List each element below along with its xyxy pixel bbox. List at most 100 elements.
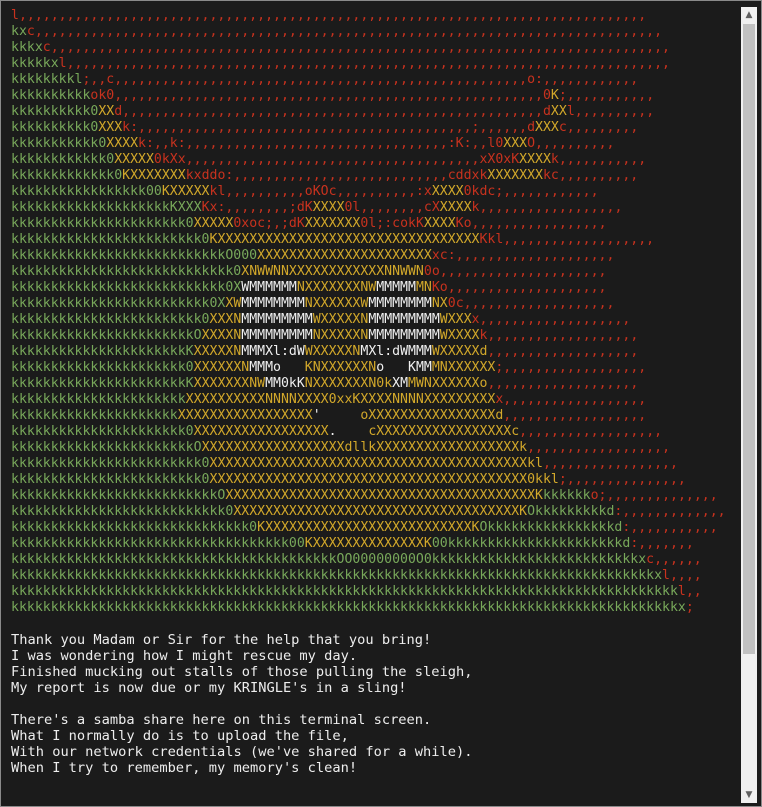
ascii-art-segment: ,,,,,,,,,,,,,,,,, [542,456,678,471]
ascii-art-segment: ,,,,,,,,,,,,,,,,,,, [487,376,639,391]
ascii-art-row: kkkkkkkkkk0XXd,,,,,,,,,,,,,,,,,,,,,,,,,,… [11,104,737,120]
ascii-art-row: kkkkkkkkkkkkkkkkkkkkkkKXXXXXXXNWMM0kKNXX… [11,376,737,392]
ascii-art-segment: kkkkkkkkkk0 [11,104,99,119]
ascii-art-segment: ,,,,,,,,,,,,,,,,,, [503,408,647,423]
ascii-art-row: kkkkkkkkkkkkkkkkkkkkkk0XXXXXXNMMMo KNXXX… [11,360,737,376]
message-line: My report is now due or my KRINGLE's in … [11,680,407,696]
ascii-art-segment: XXXXXXXXXXXXXXXXXXXXXXXXXXXXXXXXXXXXXXXX… [209,472,559,487]
ascii-art-segment: XXX [98,120,123,135]
ascii-art-segment: NNWWN [384,264,424,279]
ascii-art-segment: XXXN [209,312,242,327]
ascii-art-segment: XXXXXXXNW [193,376,266,391]
ascii-art-segment: KNXXXXXXN [304,360,377,375]
ascii-art-segment: XXXX [312,200,345,215]
terminal-screen[interactable]: l,,,,,,,,,,,,,,,,,,,,,,,,,,,,,,,,,,,,,,,… [11,8,737,803]
message-line: I was wondering how I might rescue my da… [11,648,358,664]
ascii-art-row: kkkkkkkkkk0XXXk:,,,,,,,,,,,,,,,,,,,,,,,,… [11,120,737,136]
scroll-up-arrow-icon[interactable]: ▲ [741,7,757,23]
ascii-art-segment: MXl:dWMMM [360,344,432,359]
ascii-art-row: kkkkkkkkkkkkkkkkkkkkkkkkkkkkkkkkkkkkkkkk… [11,584,737,600]
ascii-art-segment: x,,,,,,,,,,,,,,,,,, [495,392,647,407]
ascii-art-segment: kkkkkkkkkkkkkkkkkkkkkkkkkkkO000 [11,248,258,263]
terminal-message: Thank you Madam or Sir for the help that… [11,632,737,776]
ascii-art-segment: XXXXXXXXXXXXXXXXXXXXXXXXXXXXXXXXXXXXK [233,504,528,519]
ascii-art-segment: XXXXXXXXXXXXXXXXXXXXXX [257,248,432,263]
ascii-art-segment: XXXXN [201,328,242,343]
ascii-art-segment: 0l,,,,,,,,cX [344,200,440,215]
ascii-art-segment: Okkkkkkkkkd [527,504,615,519]
ascii-art-segment: WXXXXXN [304,344,361,359]
ascii-art-segment: kkkkkkkkkkkkkkkkkkkkkk0 [11,216,194,231]
ascii-art-segment: Ko,,,,,,,,,,,,,,,,,,,, [431,280,607,295]
ascii-art-segment: kkkkkkkkkkkkkkkkkkkkkkkkkkk0X [11,280,242,295]
ascii-art-segment: XXXX [423,216,456,231]
ascii-art-segment: ;,,c,,,,,,,,,,,,,,,,,,,,,,,,,,,,,,,,,,,,… [82,72,639,87]
ascii-art-row: kkkkkkkkkkkkkkkkkkkkkkkkkkkkkkkkkkk00KXX… [11,536,737,552]
ascii-art-segment: kkkkkk [542,488,591,503]
ascii-art-segment: kkkkkkkkkkkkkkkkkkkkkk [11,392,186,407]
message-line: There's a samba share here on this termi… [11,712,432,728]
ascii-art-segment: kkkkkkkkkkkkkkkkkkkkkkkk0 [11,312,210,327]
ascii-art-segment: MMMMMMMMM [368,312,440,327]
ascii-art-segment: MNXXXXXX [431,360,496,375]
ascii-art-segment: ;,,,,,,,,,,,,,,, [558,472,686,487]
ascii-art-segment: ' [312,408,361,423]
ascii-art-segment: Kkl,,,,,,,,,,,,,,,,,,, [479,232,655,247]
terminal-window[interactable]: l,,,,,,,,,,,,,,,,,,,,,,,,,,,,,,,,,,,,,,,… [0,0,762,807]
ascii-art-segment: XXXXXXX [487,168,543,183]
ascii-art-row: kkkkkkkkkkkkkkkkkkkkKXXXKx:,,,,,,,,;dKXX… [11,200,737,216]
ascii-art-segment: d,,,,,,,,,,,,,,,,,,,,,,,,,,,,,,,,,,,,,,,… [114,104,551,119]
ascii-art-segment: MMMXl:dW [241,344,305,359]
ascii-art-segment: XXXXXXXXXXXXXXXXXXXXXXXXXXXXXXXXXXXXXXXX… [209,456,543,471]
ascii-art-segment: kxddo:,,,,,,,,,,,,,,,,,,,,,,,,,,,cddxk [185,168,488,183]
ascii-art-segment: oXXXXXXXXXXXXXXXXd [360,408,504,423]
ascii-art-row: kkkxc,,,,,,,,,,,,,,,,,,,,,,,,,,,,,,,,,,,… [11,40,737,56]
ascii-art-segment: l,,,, [662,568,702,583]
ascii-art-segment: ,,,,,,,,,,,,,,,,,, [527,440,671,455]
vertical-scrollbar[interactable]: ▲ ▼ [741,7,757,803]
scroll-down-arrow-icon[interactable]: ▼ [741,787,757,803]
ascii-art-segment: kkkkkkkkkkkkkkkkkkkkkkkkkkkkkkkkkkkkkkkk… [11,552,647,567]
ascii-art-segment: k:,,k:,,,,,,,,,,,,,,,,,,,,,,,,,,,,,,,,,:… [138,136,504,151]
ascii-art-segment: XXXXX [193,216,234,231]
ascii-art-segment: XXXXXXX [304,216,361,231]
scrollbar-thumb[interactable] [743,24,755,654]
ascii-art-segment: Kx:,,,,,,,,;dK [201,200,313,215]
ascii-art-segment: kkkkkkkkkkkkkkkkkkkkKXXX [11,200,202,215]
ascii-art-segment: c,,,,,,,,, [558,120,639,135]
ascii-art-row: kxc,,,,,,,,,,,,,,,,,,,,,,,,,,,,,,,,,,,,,… [11,24,737,40]
ascii-art-segment: ;,,,,,,,,,,, [558,88,655,103]
ascii-art-row: kkkkkkkkkkkkkkkkkkkkkkXXXXXXXXXXNNNNXXXX… [11,392,737,408]
ascii-art-segment: c,,,,,, [646,552,702,567]
ascii-art-segment: 0kXx,,,,,,,,,,,,,,,,,,,,,,,,,,,,,,,,,,,,… [153,152,520,167]
ascii-art-segment: kkkkkkkkkkkk0 [11,152,115,167]
ascii-art-segment: kkkkkkkkkkkkkkkkkkkkkkkkkkkk0 [11,264,242,279]
ascii-art-segment: K [550,88,559,103]
ascii-art-segment: kkkkkkkkkkkkkkkkkkkkkkkO [11,328,202,343]
ascii-art-segment: XNWWNN [241,264,289,279]
ascii-art-row: kkkkkkkkkkkkkkkkkkkkkkKXXXXXNMMMXl:dWWXX… [11,344,737,360]
ascii-art-row: kkkkkkkkkkkkkkkkkkkkkkkkkkkkkk0KXXXXXXXX… [11,520,737,536]
ascii-art-segment: XXX [503,136,528,151]
ascii-art-segment: :,,,,,,,,,,,,, [614,504,726,519]
ascii-art-segment: 0xoc;,;dK [233,216,305,231]
ascii-art-segment: o KMM [376,360,432,375]
ascii-art-segment: cXXXXXXXXXXXXXXXXXc [368,424,520,439]
ascii-art-segment: kkkx [11,40,43,55]
ascii-art-segment: Okkkkkkkkkkkkkkkkd [479,520,623,535]
ascii-art-segment: XXXXXN [193,344,242,359]
ascii-art-row: kkkkkkkkkkkkk0KXXXXXXXkxddo:,,,,,,,,,,,,… [11,168,737,184]
ascii-art-segment: KXXXXXXXXXXXXXXXXXXXXXXXXXXK [257,520,480,535]
ascii-art-segment: MN [415,280,432,295]
ascii-art-row: kkkkkkkkkkkkkkkkkkkkkkkkkkkO000XXXXXXXXX… [11,248,737,264]
ascii-art-segment: ok0,,,,,,,,,,,,,,,,,,,,,,,,,,,,,,,,,,,,,… [90,88,551,103]
ascii-art-segment: MMMMMMMMM [368,328,440,343]
ascii-art-segment: kkkkkkkkkkkkkkkkkkkkkkK [11,376,194,391]
ascii-art-segment: XXXXXXXXXXNNNNXXXX0xxKXXXXNNNNXXXXXXXXX [185,392,496,407]
ascii-art-segment: 0l;:cokK [360,216,424,231]
ascii-art-segment: kc,,,,,,,,,, [542,168,639,183]
ascii-art-row: kkkkkkkkkkkkkkkkkkkkkk0XXXXX0xoc;,;dKXXX… [11,216,737,232]
ascii-art-segment: kkkkkkkkkkkkkkkkkkkkkkkk0 [11,232,210,247]
ascii-art-row: kkkkkkkkkkkkkkkkkkkkkkkOXXXXXXXXXXXXXXXX… [11,440,737,456]
